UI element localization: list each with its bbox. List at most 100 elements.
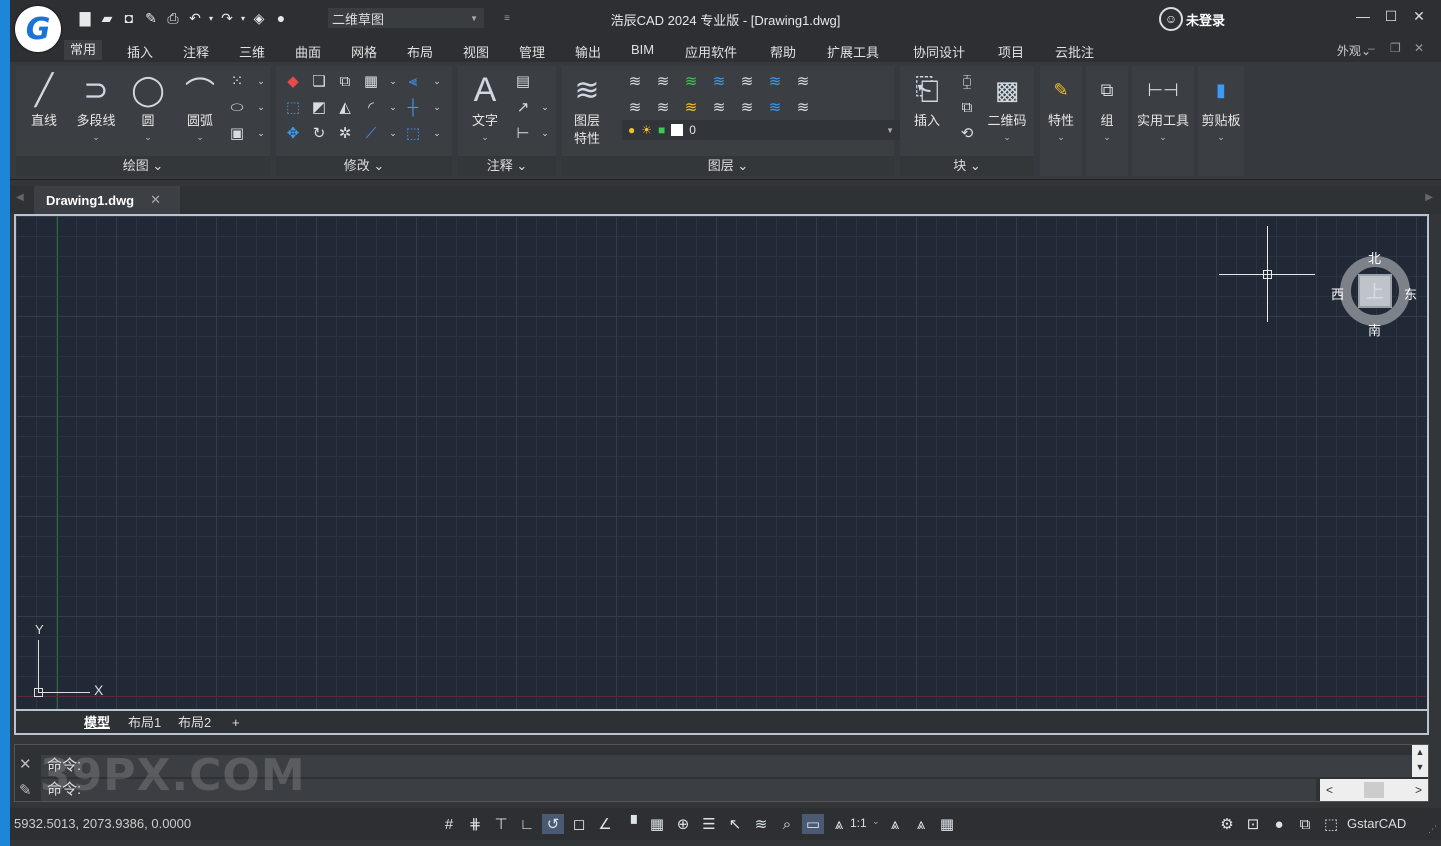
- scroll-left-icon[interactable]: ◀: [16, 192, 24, 203]
- trim-icon[interactable]: ┼: [402, 96, 424, 118]
- layer-on-icon[interactable]: ≋: [680, 70, 702, 92]
- command-horizontal-scrollbar[interactable]: < >: [1320, 779, 1428, 801]
- chevron-down-icon[interactable]: ⌄: [872, 816, 880, 827]
- isolate-objects-icon[interactable]: ●: [1268, 814, 1290, 834]
- layer-tool-icon[interactable]: ≋: [652, 96, 674, 118]
- tab-project[interactable]: 项目: [998, 42, 1024, 61]
- document-tab[interactable]: Drawing1.dwg ✕: [34, 186, 180, 214]
- selection-cycling-icon[interactable]: ↖: [724, 814, 746, 834]
- annotation-visibility-icon[interactable]: ⩓: [884, 814, 906, 834]
- tab-layout1[interactable]: 布局1: [128, 713, 161, 733]
- close-icon[interactable]: ✕: [150, 192, 161, 208]
- fillet-icon[interactable]: ◜: [360, 96, 382, 118]
- erase-icon[interactable]: ◆: [282, 70, 304, 92]
- app-logo[interactable]: G: [15, 6, 61, 52]
- pencil-icon[interactable]: ✎: [19, 781, 32, 799]
- spreadsheet-icon[interactable]: ▦: [936, 814, 958, 834]
- layer-tool-icon[interactable]: ≋: [624, 70, 646, 92]
- clean-screen-icon[interactable]: ⬚: [1320, 814, 1342, 834]
- zoom-icon[interactable]: ⌕: [776, 814, 798, 834]
- layer-dropdown[interactable]: ● ☀ ■ 0 ▼: [622, 120, 900, 140]
- qrcode-button[interactable]: ▩ 二维码 ⌄: [982, 68, 1032, 143]
- appearance-menu[interactable]: 外观⌄: [1337, 42, 1371, 59]
- hardware-acceleration-icon[interactable]: ⧉: [1294, 814, 1316, 834]
- tab-model[interactable]: 模型: [84, 713, 110, 733]
- tab-surface[interactable]: 曲面: [295, 42, 321, 61]
- draw-panel-title[interactable]: 绘图 ⌄: [16, 156, 270, 176]
- array-icon[interactable]: ▦: [360, 70, 382, 92]
- hatch-icon[interactable]: ▣: [226, 122, 248, 144]
- scale-icon[interactable]: ◩: [308, 96, 330, 118]
- tab-insert[interactable]: 插入: [127, 42, 153, 61]
- annotation-scale-icon[interactable]: ⩓: [828, 814, 850, 834]
- select-window-icon[interactable]: ⬚: [402, 122, 424, 144]
- auto-scale-icon[interactable]: ⩓: [910, 814, 932, 834]
- point-icon[interactable]: ⁙: [226, 70, 248, 92]
- gear-icon[interactable]: ⚙: [1216, 814, 1238, 834]
- model-space-icon[interactable]: ▭: [802, 814, 824, 834]
- block-panel-title[interactable]: 块 ⌄: [900, 156, 1034, 176]
- tab-help[interactable]: 帮助: [770, 42, 796, 61]
- chevron-down-icon[interactable]: ⌄: [534, 96, 556, 118]
- text-button[interactable]: A 文字 ⌄: [460, 68, 510, 143]
- compass-north[interactable]: 北: [1368, 248, 1381, 267]
- create-block-icon[interactable]: ⧉: [956, 96, 978, 118]
- scroll-left-icon[interactable]: <: [1326, 783, 1333, 797]
- scroll-right-icon[interactable]: ▶: [1425, 192, 1433, 203]
- snap-3d-icon[interactable]: ▦: [646, 814, 668, 834]
- chevron-down-icon[interactable]: ⌄: [426, 122, 448, 144]
- close-icon[interactable]: ✕: [19, 755, 32, 773]
- tab-output[interactable]: 输出: [575, 42, 601, 61]
- dynamic-ucs-icon[interactable]: ⊕: [672, 814, 694, 834]
- align-icon[interactable]: ⫷: [402, 70, 424, 92]
- close-button[interactable]: ✕: [1407, 8, 1431, 25]
- infer-icon[interactable]: ⊤: [490, 814, 512, 834]
- tab-layout2[interactable]: 布局2: [178, 713, 211, 733]
- leader-icon[interactable]: ↗: [512, 96, 534, 118]
- layer-tool-icon[interactable]: ≋: [652, 70, 674, 92]
- isometric-icon[interactable]: ◻: [568, 814, 590, 834]
- scroll-right-icon[interactable]: >: [1415, 783, 1422, 797]
- tab-home[interactable]: 常用: [64, 40, 103, 60]
- ellipse-icon[interactable]: ⬭: [226, 96, 248, 118]
- line-button[interactable]: ╱ 直线: [19, 68, 69, 130]
- tab-extensions[interactable]: 扩展工具: [827, 42, 879, 61]
- doc-minimize-button[interactable]: –: [1368, 41, 1375, 55]
- copy-icon[interactable]: ❏: [308, 70, 330, 92]
- layer-tool-icon[interactable]: ≋: [792, 96, 814, 118]
- login-button[interactable]: ☺ 未登录: [1159, 7, 1225, 31]
- tab-manage[interactable]: 管理: [519, 42, 545, 61]
- layer-tool-icon[interactable]: ≋: [764, 96, 786, 118]
- unlock-icon[interactable]: ⊡: [1242, 814, 1264, 834]
- layer-tool-icon[interactable]: ≋: [708, 96, 730, 118]
- layers-panel-title[interactable]: 图层 ⌄: [562, 156, 894, 176]
- doc-close-button[interactable]: ✕: [1414, 41, 1424, 55]
- properties-button[interactable]: ✎ 特性 ⌄: [1036, 68, 1086, 143]
- mirror-icon[interactable]: ◭: [334, 96, 356, 118]
- clipboard-button[interactable]: ▮ 剪贴板 ⌄: [1196, 68, 1246, 143]
- layer-tool-icon[interactable]: ≋: [624, 96, 646, 118]
- dimension-icon[interactable]: ⊢: [512, 122, 534, 144]
- move-icon[interactable]: ✥: [282, 122, 304, 144]
- chevron-down-icon[interactable]: ⌄: [426, 70, 448, 92]
- minimize-button[interactable]: —: [1351, 8, 1375, 24]
- polar-icon[interactable]: ↺: [542, 814, 564, 834]
- drawing-canvas[interactable]: 上 北 南 东 西 Y X: [14, 214, 1429, 711]
- circle-button[interactable]: ◯ 圆 ⌄: [123, 68, 173, 143]
- ortho-icon[interactable]: ∟: [516, 814, 538, 834]
- chevron-down-icon[interactable]: ⌄: [382, 70, 404, 92]
- lineweight-icon[interactable]: ☰: [698, 814, 720, 834]
- table-icon[interactable]: ▤: [512, 70, 534, 92]
- view-cube-top-face[interactable]: 上: [1358, 274, 1392, 308]
- scroll-thumb[interactable]: [1364, 782, 1384, 798]
- edit-block-icon[interactable]: ⟲: [956, 122, 978, 144]
- object-snap-tracking-icon[interactable]: ∠: [594, 814, 616, 834]
- modify-panel-title[interactable]: 修改 ⌄: [276, 156, 452, 176]
- tab-annotate[interactable]: 注释: [183, 42, 209, 61]
- chevron-down-icon[interactable]: ⌄: [382, 122, 404, 144]
- polyline-button[interactable]: ⊃ 多段线 ⌄: [71, 68, 121, 143]
- annotation-monitor-icon[interactable]: ≋: [750, 814, 772, 834]
- layer-properties-button[interactable]: ≋ 图层 特性: [562, 68, 612, 148]
- snap-grid-icon[interactable]: ⋕: [464, 814, 486, 834]
- insert-block-button[interactable]: ⎗ 插入: [902, 68, 952, 130]
